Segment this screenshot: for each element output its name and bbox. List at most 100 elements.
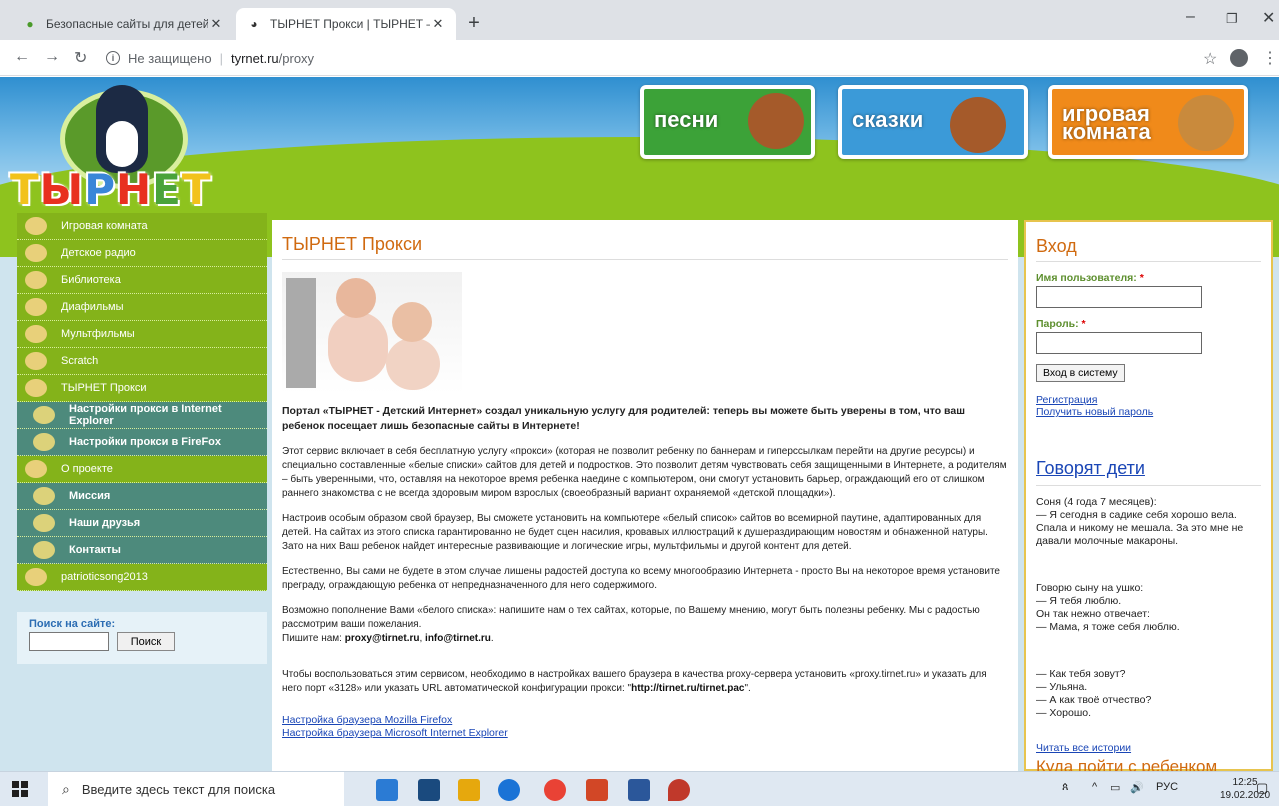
close-tab-icon[interactable]: ✕ [430, 16, 446, 32]
banner-label: песни [654, 107, 719, 132]
smiley-icon [25, 568, 47, 586]
tray-chevron-icon[interactable]: ^ [1092, 781, 1097, 793]
nav-item-ie-settings[interactable]: Настройки прокси в Internet Explorer [17, 402, 267, 429]
minimize-icon[interactable]: – [1186, 8, 1195, 26]
taskbar-search[interactable]: ⌕ Введите здесь текст для поиска [48, 772, 344, 807]
bookmark-star-icon[interactable]: ☆ [1203, 49, 1217, 69]
site-search-button[interactable]: Поиск [117, 632, 175, 651]
smiley-icon [25, 271, 47, 289]
nav-label: patrioticsong2013 [61, 571, 148, 583]
login-title: Вход [1036, 236, 1261, 262]
chrome-browser-icon[interactable] [544, 779, 566, 801]
nav-label: Scratch [61, 355, 99, 367]
main-content: ТЫРНЕТ Прокси Портал «ТЫРНЕТ - Детский И… [272, 220, 1018, 771]
mail-icon[interactable] [418, 779, 440, 801]
site-favicon-icon: ● [26, 17, 34, 31]
login-button[interactable]: Вход в систему [1036, 364, 1125, 382]
site-search-label: Поиск на сайте: [29, 618, 116, 630]
info-icon[interactable]: i [106, 51, 120, 65]
password-label-text: Пароль: [1036, 318, 1079, 330]
site-logo[interactable]: ТЫРНЕТ [10, 165, 212, 214]
search-icon: ⌕ [62, 781, 70, 797]
right-sidebar: Вход Имя пользователя: * Пароль: * Вход … [1024, 220, 1273, 771]
smiley-icon [25, 298, 47, 316]
powerpoint-icon[interactable] [586, 779, 608, 801]
store-icon[interactable] [458, 779, 480, 801]
logo-letter: Т [10, 165, 40, 214]
nav-item-scratch[interactable]: Scratch [17, 348, 267, 375]
nav-item-contacts[interactable]: Контакты [17, 537, 267, 564]
banner-songs[interactable]: песни [640, 85, 815, 159]
network-icon[interactable]: ▭ [1110, 781, 1120, 794]
nav-item-patrioticsong[interactable]: patrioticsong2013 [17, 564, 267, 591]
nav-item-about[interactable]: О проекте [17, 456, 267, 483]
nav-item-proxy[interactable]: ТЫРНЕТ Прокси [17, 375, 267, 402]
paragraph-suggest: Возможно пополнение Вами «белого списка»… [282, 605, 980, 630]
back-icon[interactable]: ← [14, 48, 30, 66]
windows-taskbar: ⌕ Введите здесь текст для поиска ጰ ^ ▭ 🔊… [0, 771, 1279, 807]
banner-label: игровая комната [1062, 101, 1151, 144]
maps-pin-icon[interactable] [668, 779, 690, 801]
kids-story: — Как тебя зовут? — Ульяна. — А как твоё… [1036, 668, 1152, 719]
username-input[interactable] [1036, 286, 1202, 308]
banner-playroom[interactable]: игровая комната [1048, 85, 1248, 159]
nav-label: О проекте [61, 463, 113, 475]
nav-item-friends[interactable]: Наши друзья [17, 510, 267, 537]
setup-text-end: ". [744, 683, 751, 694]
reload-icon[interactable]: ↻ [74, 48, 87, 68]
nav-item-filmstrips[interactable]: Диафильмы [17, 294, 267, 321]
password-input[interactable] [1036, 332, 1202, 354]
write-us-prefix: Пишите нам: [282, 633, 345, 644]
logo-letter: Т [181, 165, 212, 214]
tab-tyrnet-proxy[interactable]: ◕ ТЫРНЕТ Прокси | ТЫРНЕТ — Де ✕ [236, 8, 456, 40]
menu-dots-icon[interactable]: ⋮ [1262, 48, 1278, 68]
smiley-icon [33, 541, 55, 559]
firefox-setup-link[interactable]: Настройка браузера Mozilla Firefox [282, 714, 1008, 727]
edge-browser-icon[interactable] [498, 779, 520, 801]
banner-label: сказки [852, 107, 924, 132]
volume-icon[interactable]: 🔊 [1130, 781, 1144, 794]
forward-icon[interactable]: → [44, 48, 60, 66]
read-all-stories-link[interactable]: Читать все истории [1036, 742, 1261, 754]
url-path: /proxy [278, 50, 315, 66]
nav-label: Детское радио [61, 247, 136, 259]
restore-icon[interactable]: ❐ [1226, 11, 1238, 27]
smiley-icon [33, 433, 55, 451]
nav-item-firefox-settings[interactable]: Настройки прокси в FireFox [17, 429, 267, 456]
people-icon[interactable]: ጰ [1062, 781, 1069, 794]
url-field[interactable]: i Не защищено | tyrnet.ru /proxy [106, 45, 1186, 71]
kids-say-title[interactable]: Говорят дети [1036, 458, 1261, 486]
email-proxy: proxy@tirnet.ru [344, 633, 420, 644]
language-indicator[interactable]: РУС [1156, 781, 1178, 793]
close-tab-icon[interactable]: ✕ [208, 16, 224, 32]
nav-item-playroom[interactable]: Игровая комната [17, 213, 267, 240]
site-search-input[interactable] [29, 632, 109, 651]
nav-item-radio[interactable]: Детское радио [17, 240, 267, 267]
tab-safe-sites[interactable]: ● Безопасные сайты для детей | Г ✕ [12, 8, 234, 40]
notifications-icon[interactable]: ▢ [1256, 780, 1268, 796]
babies-computer-image [282, 272, 462, 394]
nav-item-library[interactable]: Библиотека [17, 267, 267, 294]
account-icon[interactable] [1230, 49, 1248, 67]
banner-fairy-tales[interactable]: сказки [838, 85, 1028, 159]
smiley-icon [25, 460, 47, 478]
smiley-icon [33, 487, 55, 505]
register-link[interactable]: Регистрация [1036, 394, 1261, 406]
browser-tab-bar: ● Безопасные сайты для детей | Г ✕ ◕ ТЫР… [0, 0, 1279, 40]
task-view-icon[interactable] [376, 779, 398, 801]
smiley-icon [25, 244, 47, 262]
baby-body [386, 338, 440, 390]
new-password-link[interactable]: Получить новый пароль [1036, 406, 1261, 418]
ie-setup-link[interactable]: Настройка браузера Microsoft Internet Ex… [282, 727, 1008, 740]
nav-item-cartoons[interactable]: Мультфильмы [17, 321, 267, 348]
nav-label: Библиотека [61, 274, 121, 286]
nav-item-mission[interactable]: Миссия [17, 483, 267, 510]
bear-icon [748, 93, 804, 149]
baby-head [392, 302, 432, 342]
word-icon[interactable] [628, 779, 650, 801]
window-close-icon[interactable]: ✕ [1262, 8, 1275, 28]
new-tab-icon[interactable]: + [462, 12, 486, 36]
web-page: ТЫРНЕТ песни сказки игровая комната Игро… [0, 77, 1279, 771]
windows-start-icon[interactable] [12, 781, 28, 797]
nav-label: Игровая комната [61, 220, 148, 232]
